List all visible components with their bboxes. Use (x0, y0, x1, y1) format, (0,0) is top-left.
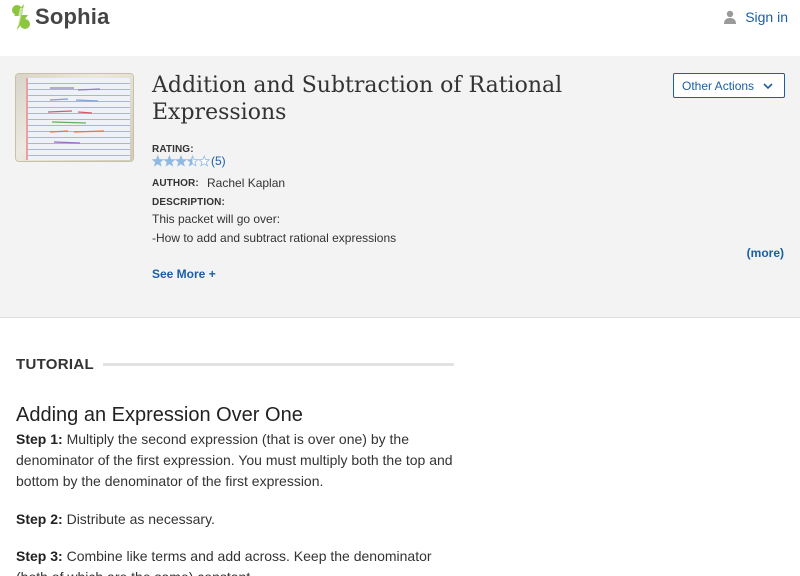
rating-star (163, 155, 176, 167)
step-label: Step 1: (16, 431, 63, 447)
sign-in-label: Sign in (745, 9, 788, 25)
brand-name: Sophia (35, 4, 110, 29)
description-line: -How to add and subtract rational expres… (152, 231, 397, 245)
rating-star (186, 155, 199, 167)
rating-stars[interactable]: (5) (152, 154, 226, 168)
tutorial-label: TUTORIAL (16, 356, 94, 373)
step-text: Distribute as necessary. (62, 511, 215, 527)
step-text: Combine like terms and add across. Keep … (16, 548, 432, 576)
top-navigation-bar: Sophia Sign in (0, 0, 800, 56)
sign-in-link[interactable]: Sign in (723, 9, 788, 25)
handwriting-scribbles (47, 87, 105, 144)
chevron-down-icon (763, 82, 773, 89)
rating-star (174, 155, 188, 167)
content-summary-panel: Addition and Subtraction of Rational Exp… (0, 56, 800, 318)
step-label: Step 2: (16, 511, 63, 527)
tutorial-step: Step 2: Distribute as necessary. (16, 509, 454, 530)
more-link[interactable]: (more) (747, 246, 784, 260)
author-label: AUTHOR: (152, 178, 199, 189)
description-label: DESCRIPTION: (152, 197, 225, 208)
tutorial-section-header: TUTORIAL (16, 356, 454, 373)
notebook-thumbnail (16, 74, 133, 161)
sophia-logo[interactable]: Sophia (10, 3, 110, 31)
page-title: Addition and Subtraction of Rational Exp… (152, 73, 563, 125)
sophia-logo-icon (12, 4, 30, 30)
star-rating-icon (152, 155, 210, 167)
see-more-link[interactable]: See More + (152, 267, 216, 281)
author-name: Rachel Kaplan (207, 176, 286, 190)
tutorial-step: Step 3: Combine like terms and add acros… (16, 546, 454, 576)
person-icon (724, 10, 737, 24)
rating-star (197, 155, 210, 167)
step-text: Multiply the second expression (that is … (16, 431, 453, 489)
section-divider (102, 363, 454, 366)
description-line: This packet will go over: (152, 212, 281, 226)
notebook-paper-image (26, 78, 130, 160)
tutorial-step: Step 1: Multiply the second expression (… (16, 429, 454, 492)
tutorial-heading: Adding an Expression Over One (16, 404, 303, 426)
other-actions-button[interactable]: Other Actions (673, 73, 785, 98)
rating-count[interactable]: (5) (211, 154, 226, 168)
rating-star (152, 155, 165, 167)
other-actions-label: Other Actions (682, 78, 755, 93)
step-label: Step 3: (16, 548, 63, 564)
